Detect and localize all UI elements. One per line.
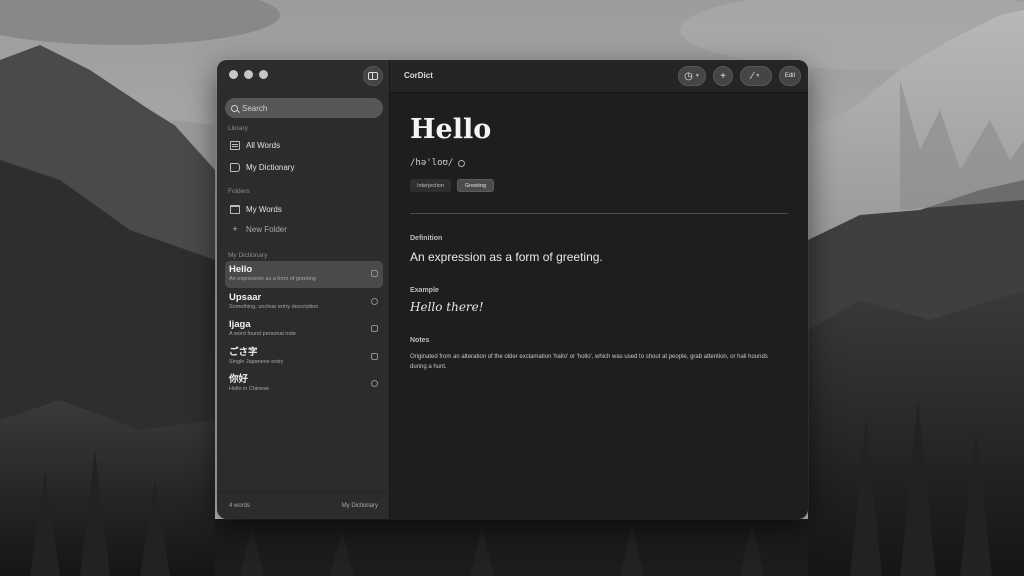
plus-icon: + (232, 223, 238, 234)
bookmark-icon[interactable] (371, 325, 378, 332)
word-description: An expression as a form of greeting (229, 276, 316, 282)
word-list-item[interactable]: ごさ字 Single Japanese entry (225, 344, 383, 371)
clock-icon: ◷ (684, 70, 693, 82)
word-title: Upsaar (229, 292, 262, 303)
entry-detail-pane: CorDict ◷ ▼ + ⁄ ▼ Edit Hello /hə'loʊ/ Inte… (390, 60, 808, 519)
folders-section-label: Folders (228, 188, 250, 195)
word-list-item[interactable]: 你好 Hello in Chinese (225, 371, 383, 398)
divider (410, 213, 788, 214)
entry-headword: Hello (410, 114, 492, 145)
notes-label: Notes (410, 337, 430, 344)
definition-label: Definition (410, 235, 443, 242)
bookmark-icon[interactable] (371, 298, 378, 305)
list-icon (230, 140, 240, 150)
sidebar-item-label: My Words (246, 204, 282, 214)
sidebar-footer: 4 words My Dictionary (217, 491, 390, 519)
tag-list: Interjection Greeting (410, 179, 495, 192)
pronunciation-row: /hə'loʊ/ (410, 158, 466, 168)
sidebar-item-label: All Words (246, 140, 281, 150)
sidebar-item-label: My Dictionary (246, 162, 295, 172)
word-title: ごさ字 (229, 347, 258, 358)
tag-part-of-speech[interactable]: Interjection (410, 179, 451, 192)
book-icon (230, 162, 240, 172)
zoom-window-button[interactable] (259, 70, 268, 79)
bookmark-icon[interactable] (371, 380, 378, 387)
window-title: CorDict (404, 71, 433, 80)
word-description: A word found personal note (229, 331, 296, 337)
search-icon (231, 104, 238, 112)
word-list-section-label: My Dictionary (228, 252, 268, 259)
word-description: Something, unclear entry description (229, 304, 319, 310)
sidebar-item-my-dictionary[interactable]: My Dictionary (225, 158, 383, 176)
word-list-item[interactable]: Hello An expression as a form of greetin… (225, 261, 383, 288)
pronunciation: /hə'loʊ/ (410, 158, 454, 168)
word-description: Single Japanese entry (229, 359, 284, 365)
folder-icon (230, 204, 240, 214)
wand-icon: ⁄ (751, 70, 754, 82)
word-count: 4 words (229, 502, 251, 509)
word-title: Hello (229, 264, 253, 275)
speaker-icon[interactable] (458, 159, 466, 167)
sidebar-icon (368, 72, 378, 80)
bookmark-icon[interactable] (371, 353, 378, 360)
edit-button[interactable]: Edit (779, 66, 801, 86)
word-title: Ijaga (229, 319, 251, 330)
magic-button[interactable]: ⁄ ▼ (740, 66, 772, 86)
toolbar: CorDict ◷ ▼ + ⁄ ▼ Edit (390, 60, 808, 93)
window-controls (229, 70, 268, 79)
sidebar-item-all-words[interactable]: All Words (225, 136, 383, 154)
library-section-label: Library (228, 125, 248, 132)
current-dictionary-label[interactable]: My Dictionary (342, 503, 378, 509)
search-input[interactable] (242, 103, 372, 113)
minimize-window-button[interactable] (244, 70, 253, 79)
new-folder-button[interactable]: + New Folder (225, 220, 383, 238)
word-list-item[interactable]: Upsaar Something, unclear entry descript… (225, 289, 383, 316)
close-window-button[interactable] (229, 70, 238, 79)
sidebar-item-my-words[interactable]: My Words (225, 200, 383, 218)
example-text: Hello there! (410, 300, 484, 314)
add-word-button[interactable]: + (713, 66, 733, 86)
history-button[interactable]: ◷ ▼ (678, 66, 706, 86)
edit-button-label: Edit (784, 73, 796, 79)
chevron-down-icon: ▼ (755, 73, 761, 79)
word-title: 你好 (229, 374, 249, 385)
tag-category[interactable]: Greeting (456, 179, 495, 192)
sidebar-toggle-button[interactable] (363, 66, 383, 86)
chevron-down-icon: ▼ (694, 73, 700, 79)
sidebar: Library All Words My Dictionary Folders … (217, 60, 390, 519)
definition-text: An expression as a form of greeting. (410, 250, 603, 264)
app-window: Library All Words My Dictionary Folders … (217, 60, 808, 519)
notes-text: Originated from an alteration of the old… (410, 354, 768, 370)
bookmark-icon[interactable] (371, 270, 378, 277)
word-description: Hello in Chinese (229, 386, 270, 392)
search-field[interactable] (225, 98, 383, 118)
plus-icon: + (720, 70, 726, 82)
sidebar-item-label: New Folder (246, 224, 287, 234)
example-label: Example (410, 287, 439, 294)
word-list-item[interactable]: Ijaga A word found personal note (225, 316, 383, 343)
